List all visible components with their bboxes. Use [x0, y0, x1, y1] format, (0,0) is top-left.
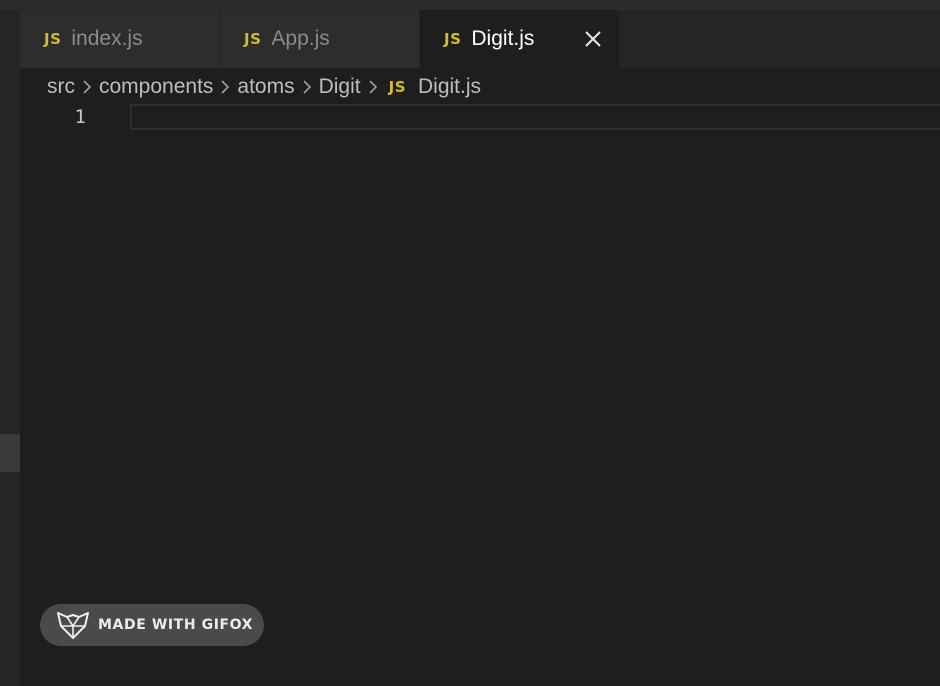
chevron-right-icon [369, 80, 377, 94]
chevron-right-icon [303, 80, 311, 94]
fox-logo-icon [57, 612, 89, 639]
tab-label: Digit.js [471, 27, 535, 50]
title-strip [0, 0, 940, 10]
breadcrumb-item-digit[interactable]: Digit [319, 75, 361, 99]
editor-window: JS index.js JS App.js JS Digit.js src co… [0, 0, 940, 686]
tab-label: App.js [271, 27, 330, 50]
gifox-watermark: MADE WITH GIFOX [40, 604, 264, 646]
breadcrumb: src components atoms Digit JS Digit.js [47, 72, 481, 102]
line-number: 1 [74, 106, 86, 128]
tab-label: index.js [71, 27, 143, 50]
chevron-right-icon [83, 80, 92, 94]
breadcrumb-item-atoms[interactable]: atoms [237, 75, 294, 99]
gutter-scroll-marker[interactable] [0, 434, 20, 472]
tab-app-js[interactable]: JS App.js [220, 10, 420, 68]
close-icon[interactable] [583, 29, 603, 49]
javascript-file-icon: JS [44, 30, 62, 48]
tab-index-js[interactable]: JS index.js [20, 10, 220, 68]
code-editor[interactable]: 1 [20, 104, 940, 686]
tab-bar: JS index.js JS App.js JS Digit.js [20, 10, 940, 68]
breadcrumb-item-components[interactable]: components [99, 75, 213, 99]
javascript-file-icon: JS [244, 30, 262, 48]
breadcrumb-item-src[interactable]: src [47, 75, 75, 99]
tab-digit-js[interactable]: JS Digit.js [420, 10, 620, 68]
javascript-file-icon: JS [388, 78, 406, 96]
chevron-right-icon [221, 80, 230, 94]
breadcrumb-item-file[interactable]: Digit.js [418, 75, 481, 99]
watermark-text: MADE WITH GIFOX [98, 617, 254, 633]
current-line-highlight[interactable] [130, 104, 940, 130]
activity-gutter [0, 10, 20, 686]
javascript-file-icon: JS [444, 30, 462, 48]
